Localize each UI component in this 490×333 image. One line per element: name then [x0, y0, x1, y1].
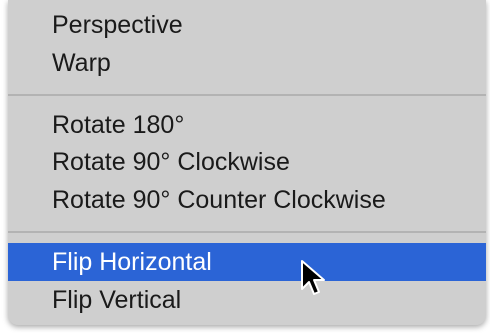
- menu-separator: [8, 94, 486, 96]
- context-menu: Perspective Warp Rotate 180° Rotate 90° …: [8, 0, 486, 325]
- menu-item-label: Perspective: [52, 11, 183, 39]
- menu-item-label: Rotate 180°: [52, 111, 185, 139]
- mouse-pointer-icon: [301, 260, 325, 295]
- menu-separator: [8, 231, 486, 233]
- menu-item-warp[interactable]: Warp: [8, 44, 486, 82]
- menu-item-rotate-90-cw[interactable]: Rotate 90° Clockwise: [8, 143, 486, 181]
- menu-item-label: Flip Vertical: [52, 286, 182, 314]
- menu-item-rotate-180[interactable]: Rotate 180°: [8, 106, 486, 144]
- menu-item-label: Flip Horizontal: [52, 248, 212, 276]
- menu-item-flip-horizontal[interactable]: Flip Horizontal: [8, 243, 486, 281]
- menu-item-flip-vertical[interactable]: Flip Vertical: [8, 281, 486, 319]
- menu-item-rotate-90-ccw[interactable]: Rotate 90° Counter Clockwise: [8, 181, 486, 219]
- menu-item-label: Warp: [52, 49, 111, 77]
- menu-item-perspective[interactable]: Perspective: [8, 6, 486, 44]
- menu-item-label: Rotate 90° Clockwise: [52, 148, 290, 176]
- menu-item-label: Rotate 90° Counter Clockwise: [52, 186, 386, 214]
